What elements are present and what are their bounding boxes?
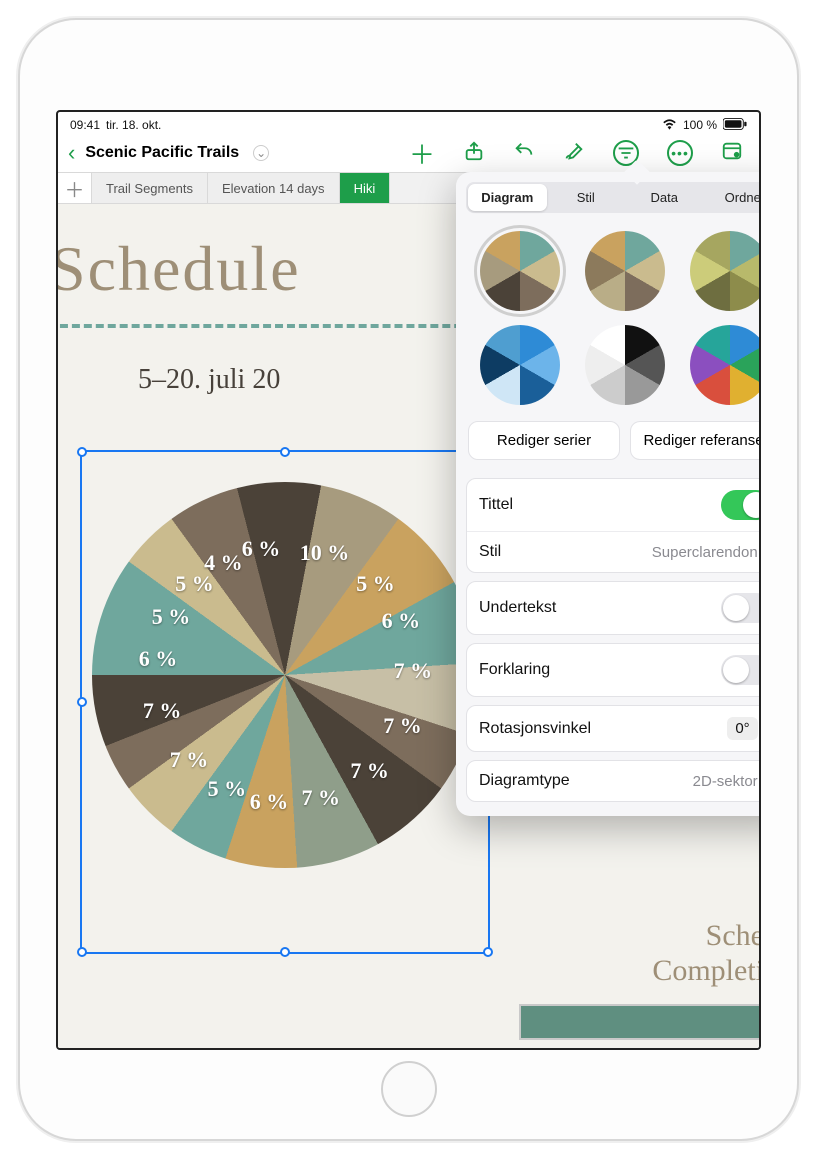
share-icon[interactable]: [463, 140, 485, 167]
chart-style-thumb[interactable]: [585, 231, 665, 311]
screen: 09:41 tir. 18. okt. 100 % ‹ Scenic Pacif…: [56, 110, 761, 1050]
pie-slice-label: 7 %: [394, 658, 433, 684]
wifi-icon: [662, 118, 677, 133]
pie-slice-label: 6 %: [250, 789, 289, 815]
row-style[interactable]: Stil Superclarendon ›: [467, 532, 761, 572]
sheet-tab[interactable]: Trail Segments: [92, 173, 208, 203]
resize-handle[interactable]: [280, 947, 290, 957]
seg-diagram[interactable]: Diagram: [468, 184, 547, 211]
pie-slice-label: 5 %: [356, 571, 395, 597]
status-bar: 09:41 tir. 18. okt. 100 %: [58, 112, 759, 134]
chart-style-grid: [466, 223, 761, 419]
edit-references-button[interactable]: Rediger referanser: [630, 421, 761, 460]
document-title[interactable]: Scenic Pacific Trails: [85, 144, 239, 162]
side-heading: Sched Completin: [652, 919, 759, 988]
resize-handle[interactable]: [77, 947, 87, 957]
edit-series-button[interactable]: Rediger serier: [468, 421, 620, 460]
status-time: 09:41: [70, 118, 100, 132]
back-button[interactable]: ‹: [68, 142, 75, 164]
battery-icon: [723, 118, 747, 133]
pie-slice-label: 10 %: [300, 540, 350, 566]
chart-style-thumb[interactable]: [690, 231, 761, 311]
sheet-tab[interactable]: Elevation 14 days: [208, 173, 340, 203]
row-chart-type[interactable]: Diagramtype 2D-sektor ›: [467, 761, 761, 801]
format-brush-icon[interactable]: [563, 140, 585, 167]
pie-slice-label: 4 %: [204, 550, 243, 576]
document-menu-caret[interactable]: ⌄: [253, 145, 269, 161]
battery-text: 100 %: [683, 118, 717, 132]
pie-slice-label: 7 %: [301, 785, 340, 811]
format-popover: Diagram Stil Data Ordne Rediger serier R…: [456, 172, 761, 816]
resize-handle[interactable]: [77, 447, 87, 457]
status-date: tir. 18. okt.: [106, 118, 161, 132]
segmented-control: Diagram Stil Data Ordne: [466, 182, 761, 213]
pie-slice-label: 7 %: [143, 698, 182, 724]
title-toggle[interactable]: [721, 490, 761, 520]
app-toolbar: ‹ Scenic Pacific Trails ⌄ ＋ •••: [58, 134, 759, 172]
pie-slice-label: 6 %: [139, 646, 178, 672]
table-header-strip[interactable]: [519, 1004, 759, 1040]
more-icon[interactable]: •••: [667, 140, 693, 166]
pie-slice-label: 7 %: [383, 713, 422, 739]
resize-handle[interactable]: [483, 947, 493, 957]
pie-slice-label: 5 %: [208, 776, 247, 802]
row-subtitle-label: Undertekst: [479, 599, 721, 617]
chart-style-thumb[interactable]: [690, 325, 761, 405]
seg-style[interactable]: Stil: [547, 184, 626, 211]
pie-slice-label: 6 %: [382, 608, 421, 634]
pie-slice-label: 5 %: [152, 604, 191, 630]
resize-handle[interactable]: [280, 447, 290, 457]
pie-slice-label: 7 %: [350, 758, 389, 784]
sheet-tab[interactable]: Hiki: [340, 173, 391, 203]
legend-toggle[interactable]: [721, 655, 761, 685]
add-button[interactable]: ＋: [409, 135, 435, 172]
add-sheet-button[interactable]: ＋: [58, 173, 92, 203]
subtitle-toggle[interactable]: [721, 593, 761, 623]
row-rotation[interactable]: Rotasjonsvinkel 0° ›: [467, 706, 761, 751]
resize-handle[interactable]: [77, 697, 87, 707]
chart-style-thumb[interactable]: [480, 231, 560, 311]
chart-style-thumb[interactable]: [585, 325, 665, 405]
seg-data[interactable]: Data: [625, 184, 704, 211]
seg-arrange[interactable]: Ordne: [704, 184, 762, 211]
row-title-label: Tittel: [479, 496, 721, 514]
home-button[interactable]: [381, 1061, 437, 1117]
ipad-frame: 09:41 tir. 18. okt. 100 % ‹ Scenic Pacif…: [20, 20, 797, 1139]
pie-slice-label: 7 %: [170, 747, 209, 773]
rotation-value[interactable]: 0°: [727, 717, 757, 740]
sidebar-icon[interactable]: [721, 140, 743, 167]
pie-slice-label: 6 %: [242, 536, 281, 562]
pie-chart[interactable]: 10 %5 %6 %7 %7 %7 %7 %6 %5 %7 %7 %6 %5 %…: [92, 482, 478, 868]
row-legend-label: Forklaring: [479, 661, 721, 679]
chart-style-thumb[interactable]: [480, 325, 560, 405]
undo-icon[interactable]: [513, 140, 535, 167]
